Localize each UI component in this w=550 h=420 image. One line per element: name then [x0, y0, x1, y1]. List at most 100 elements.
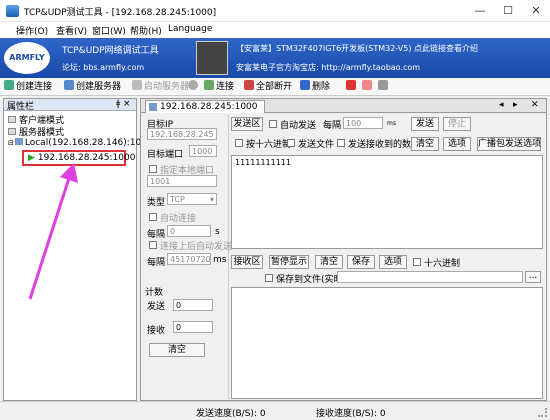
local-port-checkbox[interactable] — [149, 165, 157, 173]
annotation-arrow — [28, 163, 78, 300]
auto-send-interval-field[interactable]: 100 — [343, 117, 383, 129]
property-panel-header: 属性栏 ǂ × — [4, 99, 136, 112]
banner-right-title[interactable]: 【安富莱】STM32F407IGT6开发板(STM32-V5) 点此链接查看介绍 — [236, 43, 478, 54]
reconnect-unit: s — [215, 227, 220, 237]
stop-icon[interactable] — [346, 80, 358, 94]
send-button[interactable]: 发送 — [411, 117, 439, 131]
banner-left-link[interactable]: 论坛: bbs.armfly.com — [62, 62, 144, 73]
disconnect-all-button[interactable]: 全部断开 — [244, 80, 292, 94]
menu-language[interactable]: Language — [168, 24, 212, 34]
target-port-field[interactable]: 1000 — [189, 145, 217, 157]
app-icon — [6, 5, 19, 17]
send-options-button[interactable]: 选项 — [443, 137, 471, 151]
window-icon[interactable] — [362, 80, 374, 94]
broadcast-options-button[interactable]: 广播包发送选项 — [477, 137, 541, 151]
close-button[interactable]: ✕ — [522, 1, 550, 21]
auto-connect-checkbox[interactable] — [149, 213, 157, 221]
save-file-label: 保存到文件(实时) — [276, 275, 347, 285]
auto-send-label: 自动发送 — [280, 121, 317, 131]
resize-grip[interactable] — [538, 408, 547, 417]
send-interval-field[interactable]: 45170720 — [167, 253, 211, 265]
send-received-checkbox[interactable] — [337, 139, 345, 147]
tree-server-mode[interactable]: 服务器模式 — [8, 125, 64, 138]
menu-help[interactable]: 帮助(H) — [130, 24, 162, 37]
auto-send-interval-unit: ms — [387, 120, 396, 127]
send-interval-label2: 每隔 — [323, 121, 342, 131]
save-file-checkbox[interactable] — [265, 274, 273, 282]
delete-button[interactable]: 删除 — [300, 80, 330, 94]
recv-area-button[interactable]: 接收区 — [231, 255, 263, 269]
count-clear-button[interactable]: 清空 — [149, 343, 205, 357]
send-count-field[interactable]: 0 — [173, 299, 213, 311]
send-received-label: 发送接收到的数据 — [348, 140, 421, 150]
start-server-button[interactable]: 启动服务器 — [132, 80, 189, 94]
send-interval-label: 每隔 — [147, 258, 166, 268]
target-ip-field[interactable]: 192.168.28.245 — [147, 128, 217, 140]
tab-connection[interactable]: 192.168.28.245:1000 — [145, 100, 265, 113]
recv-hex-label: 十六进制 — [424, 259, 461, 269]
stop-button[interactable]: 停止 — [443, 117, 471, 131]
tile-icon[interactable] — [378, 80, 390, 94]
auto-send-after-checkbox[interactable] — [149, 241, 157, 249]
auto-send-after-label: 连接上后自动发送 — [160, 242, 233, 252]
property-panel: 属性栏 ǂ × 客户端模式 服务器模式 ⊟ Local(192.168.28.14… — [3, 98, 153, 401]
minimize-button[interactable]: — — [466, 1, 494, 21]
collapse-icon: ⊟ — [8, 139, 14, 147]
tab-close-icon[interactable]: ✕ — [531, 100, 539, 110]
server-icon — [8, 128, 16, 135]
recv-speed: 接收速度(B/S): 0 — [316, 409, 386, 419]
send-file-label: 发送文件 — [298, 140, 335, 150]
maximize-button[interactable]: ☐ — [494, 1, 522, 21]
pause-display-button[interactable]: 暂停显示 — [269, 255, 309, 269]
panel-pin-close[interactable]: ǂ × — [116, 99, 131, 109]
tab-icon — [149, 103, 157, 111]
toolbar: 创建连接 创建服务器 启动服务器 连接 全部断开 删除 — [0, 78, 550, 96]
recv-count-field[interactable]: 0 — [173, 321, 213, 333]
tab-scroll-right[interactable]: ▸ — [513, 100, 518, 110]
title-bar: TCP&UDP测试工具 - [192.168.28.245:1000] — ☐ … — [0, 0, 550, 22]
armfly-logo: ARMFLY — [4, 42, 50, 74]
recv-options-button[interactable]: 选项 — [379, 255, 407, 269]
send-speed: 发送速度(B/S): 0 — [196, 409, 266, 419]
tab-scroll-left[interactable]: ◂ — [499, 100, 504, 110]
config-panel: 目标IP 192.168.28.245 目标端口 1000 指定本地端口 100… — [143, 115, 233, 399]
send-file-checkbox[interactable] — [287, 139, 295, 147]
recv-text-area[interactable] — [231, 287, 543, 399]
chevron-down-icon: ▾ — [209, 195, 214, 204]
connection-window: 192.168.28.245:1000 ◂ ▸ ✕ 目标IP 192.168.2… — [140, 98, 547, 401]
create-server-button[interactable]: 创建服务器 — [64, 80, 121, 94]
menu-view[interactable]: 查看(V) — [56, 24, 87, 37]
reconnect-interval-field[interactable]: 0 — [167, 225, 211, 237]
create-connection-button[interactable]: 创建连接 — [4, 80, 52, 94]
tree-local-connection[interactable]: ⊟ Local(192.168.28.146):1001 — [8, 138, 153, 148]
status-bar: 发送速度(B/S): 0 接收速度(B/S): 0 — [0, 401, 550, 420]
client-icon — [8, 116, 16, 123]
send-text-area[interactable]: 11111111111 — [231, 155, 543, 249]
settings-icon[interactable] — [188, 80, 200, 94]
connect-button[interactable]: 连接 — [204, 80, 234, 94]
disconnect-icon — [244, 80, 254, 90]
send-hex-checkbox[interactable] — [235, 139, 243, 147]
send-count-label: 发送 — [147, 302, 166, 312]
menu-window[interactable]: 窗口(W) — [92, 24, 126, 37]
banner-left-title: TCP&UDP网络调试工具 — [62, 46, 159, 56]
local-port-field[interactable]: 1001 — [147, 175, 217, 187]
connect-icon — [4, 80, 14, 90]
send-clear-button[interactable]: 清空 — [411, 137, 439, 151]
send-area-button[interactable]: 发送区 — [231, 117, 263, 131]
panel-title: 属性栏 — [7, 102, 35, 112]
start-icon — [132, 80, 142, 90]
type-label: 类型 — [147, 198, 166, 208]
menu-operate[interactable]: 操作(O) — [16, 24, 48, 37]
menu-bar: 操作(O) 查看(V) 窗口(W) 帮助(H) Language — [0, 22, 550, 38]
recv-clear-button[interactable]: 清空 — [315, 255, 343, 269]
count-title: 计数 — [145, 288, 164, 298]
auto-send-checkbox[interactable] — [269, 120, 277, 128]
type-select[interactable]: TCP ▾ — [167, 193, 217, 205]
recv-hex-checkbox[interactable] — [413, 258, 421, 266]
board-image-icon — [196, 41, 228, 75]
recv-save-button[interactable]: 保存 — [347, 255, 375, 269]
browse-button[interactable]: ... — [525, 271, 541, 283]
save-file-path-field[interactable] — [337, 271, 523, 283]
banner-right-link[interactable]: 安富莱电子官方淘宝店: http://armfly.taobao.com — [236, 62, 420, 73]
